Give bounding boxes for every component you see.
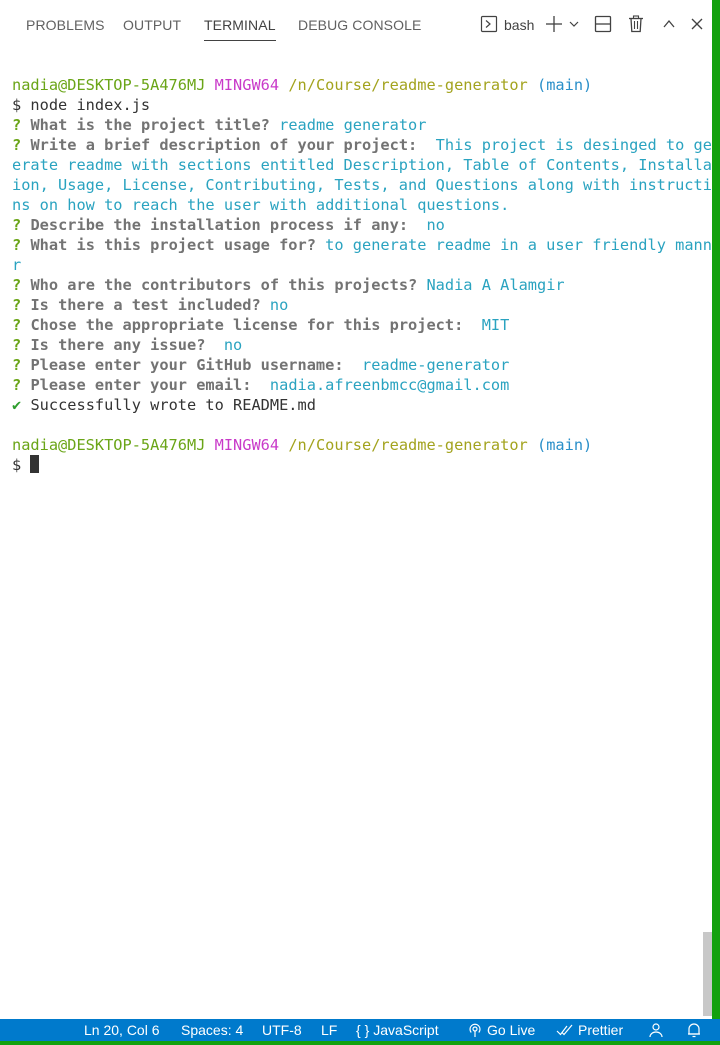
feedback-icon[interactable] xyxy=(648,1019,664,1041)
terminal-line: ? Is there a test included? no xyxy=(12,296,289,314)
go-live-button[interactable]: Go Live xyxy=(467,1019,535,1041)
cursor-position[interactable]: Ln 20, Col 6 xyxy=(84,1019,160,1041)
close-icon[interactable] xyxy=(688,12,706,36)
terminal-success-line: ✔ Successfully wrote to README.md xyxy=(12,396,316,414)
status-bar: Ln 20, Col 6 Spaces: 4 UTF-8 LF { } JavaS… xyxy=(0,1019,720,1041)
tab-debug-console[interactable]: DEBUG CONSOLE xyxy=(298,0,421,50)
terminal-line: erate readme with sections entitled Desc… xyxy=(12,156,720,174)
terminal-line: ? Write a brief description of your proj… xyxy=(12,136,720,154)
chevron-up-icon[interactable] xyxy=(660,12,678,36)
bell-icon[interactable] xyxy=(686,1019,702,1041)
tab-terminal[interactable]: TERMINAL xyxy=(204,0,276,50)
terminal-input-line[interactable]: $ xyxy=(12,455,40,475)
window-border xyxy=(712,0,720,1020)
double-check-icon xyxy=(556,1024,573,1036)
trash-icon[interactable] xyxy=(627,12,645,36)
terminal-line: ? Describe the installation process if a… xyxy=(12,216,445,234)
terminal-line: ? Is there any issue? no xyxy=(12,336,243,354)
terminal-line: ? Please enter your GitHub username: rea… xyxy=(12,356,510,374)
terminal-line: r xyxy=(12,256,22,274)
shell-label[interactable]: bash xyxy=(504,0,534,50)
terminal-icon[interactable] xyxy=(480,12,498,36)
braces-icon: { } xyxy=(356,1022,370,1038)
terminal-line: ion, Usage, License, Contributing, Tests… xyxy=(12,176,720,194)
terminal-line: ? Who are the contributors of this proje… xyxy=(12,276,565,294)
indentation[interactable]: Spaces: 4 xyxy=(181,1019,243,1041)
checkmark-icon: ✔ xyxy=(12,396,22,414)
chevron-down-icon[interactable] xyxy=(567,12,581,36)
tab-output[interactable]: OUTPUT xyxy=(123,0,181,50)
terminal-line: ? What is the project title? readme gene… xyxy=(12,116,427,134)
tab-problems[interactable]: PROBLEMS xyxy=(26,0,105,50)
terminal-command-line: $ node index.js xyxy=(12,96,151,114)
language-mode[interactable]: { } JavaScript xyxy=(356,1019,439,1041)
scrollbar-thumb[interactable] xyxy=(703,932,712,1016)
terminal-prompt-line: nadia@DESKTOP-5A476MJ MINGW64 /n/Course/… xyxy=(12,436,593,454)
terminal-prompt-line: nadia@DESKTOP-5A476MJ MINGW64 /n/Course/… xyxy=(12,76,593,94)
split-terminal-icon[interactable] xyxy=(594,12,612,36)
line-ending[interactable]: LF xyxy=(321,1019,337,1041)
window-border-bottom xyxy=(0,1041,720,1045)
panel-header: PROBLEMS OUTPUT TERMINAL DEBUG CONSOLE b… xyxy=(0,0,712,50)
terminal-line: ? Please enter your email: nadia.afreenb… xyxy=(12,376,510,394)
prettier-button[interactable]: Prettier xyxy=(556,1019,623,1041)
terminal-line: ? Chose the appropriate license for this… xyxy=(12,316,510,334)
terminal-cursor xyxy=(30,455,40,473)
terminal-line: ns on how to reach the user with additio… xyxy=(12,196,510,214)
new-terminal-icon[interactable] xyxy=(545,12,563,36)
broadcast-icon xyxy=(469,1023,481,1037)
terminal-line: ? What is this project usage for? to gen… xyxy=(12,236,720,254)
terminal-output[interactable]: nadia@DESKTOP-5A476MJ MINGW64 /n/Course/… xyxy=(0,50,720,1019)
encoding[interactable]: UTF-8 xyxy=(262,1019,302,1041)
